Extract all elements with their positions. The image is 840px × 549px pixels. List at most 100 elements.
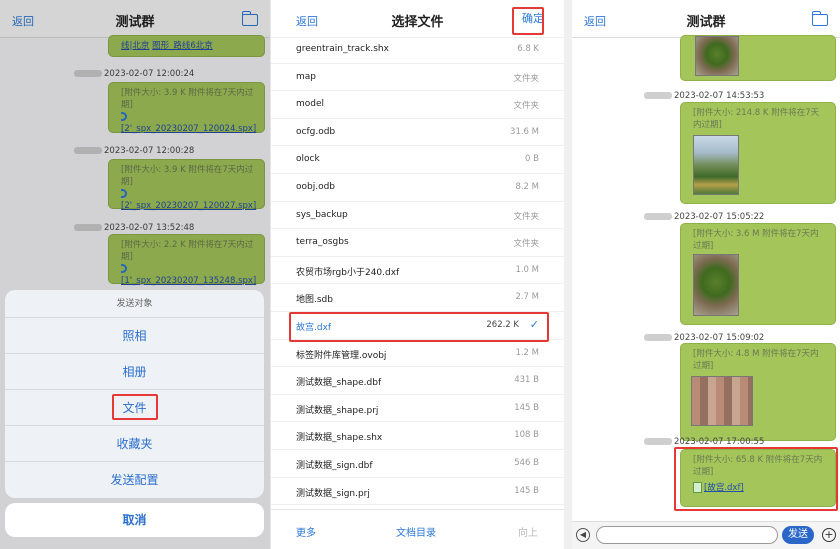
attachment-info: [附件大小: 65.8 K 附件将在7天内过期] bbox=[693, 455, 823, 477]
file-name: 测试数据_shape.shx bbox=[296, 433, 383, 444]
cancel-button[interactable]: 取消 bbox=[5, 503, 264, 537]
attachment-link[interactable]: [故宫.dxf] bbox=[704, 483, 744, 493]
file-row[interactable]: ocfg.odb 31.6 M bbox=[271, 119, 564, 147]
page-title: 选择文件 bbox=[391, 15, 444, 30]
file-name: 测试数据_shape.dbf bbox=[296, 378, 382, 389]
message-bubble[interactable] bbox=[680, 35, 836, 81]
option-file[interactable]: 文件 bbox=[5, 390, 264, 426]
voice-toggle-icon[interactable]: ◀ bbox=[576, 528, 590, 542]
screenshot-composite: 返回 测试群 线|北京 图形_路线6北京 2023-02-07 12:00:24… bbox=[0, 0, 840, 549]
file-row[interactable]: olock 0 B bbox=[271, 146, 564, 174]
page-title: 测试群 bbox=[686, 15, 726, 30]
message-timestamp: 2023-02-07 17:00:55 bbox=[644, 437, 764, 447]
file-size: 2.7 M bbox=[515, 292, 539, 303]
file-size: 262.2 K bbox=[486, 319, 519, 330]
file-size: 145 B bbox=[514, 402, 539, 413]
attachment-info: [附件大小: 214.8 K 附件将在7天内过期] bbox=[693, 108, 820, 130]
more-button[interactable]: 更多 bbox=[296, 524, 316, 539]
file-row[interactable]: 测试数据_sign.dbf 546 B bbox=[271, 450, 564, 478]
image-thumbnail[interactable] bbox=[691, 376, 753, 426]
message-timestamp: 2023-02-07 15:05:22 bbox=[644, 212, 764, 222]
file-row[interactable]: 测试数据_shape.shx 108 B bbox=[271, 422, 564, 450]
file-row[interactable]: greentrain_track.shx 6.8 K bbox=[271, 36, 564, 64]
file-size: 6.8 K bbox=[517, 44, 539, 54]
option-camera[interactable]: 照相 bbox=[5, 318, 264, 354]
up-button[interactable]: 向上 bbox=[518, 524, 538, 539]
chat-panel-with-sheet: 返回 测试群 线|北京 图形_路线6北京 2023-02-07 12:00:24… bbox=[0, 0, 270, 549]
file-size: 文件夹 bbox=[513, 211, 539, 222]
documents-folder-button[interactable]: 文档目录 bbox=[396, 524, 436, 539]
file-list: greentrain_track.shx 6.8 K map 文件夹 model 文件… bbox=[271, 36, 564, 506]
file-row-selected[interactable]: 故宫.dxf 262.2 K ✓ bbox=[271, 312, 564, 340]
file-name: 测试数据_shape.prj bbox=[296, 405, 379, 416]
chat-panel: 返回 测试群 2023-02-07 14:53:53 [附件大小: 214.8 … bbox=[572, 0, 840, 549]
file-name: model bbox=[296, 99, 325, 110]
file-size: 文件夹 bbox=[513, 101, 539, 112]
file-row[interactable]: 测试数据_shape.dbf 431 B bbox=[271, 367, 564, 395]
file-size: 文件夹 bbox=[513, 73, 539, 84]
option-send-config[interactable]: 发送配置 bbox=[5, 462, 264, 498]
file-row[interactable]: 测试数据_shape.prj 145 B bbox=[271, 395, 564, 423]
nav-bar: 返回 测试群 bbox=[572, 0, 840, 38]
file-name: ocfg.odb bbox=[296, 126, 336, 137]
file-size: 31.6 M bbox=[510, 126, 539, 137]
file-name: greentrain_track.shx bbox=[296, 44, 389, 54]
chat-list[interactable]: 2023-02-07 14:53:53 [附件大小: 214.8 K 附件将在7… bbox=[572, 35, 840, 549]
file-size: 1.2 M bbox=[515, 347, 539, 358]
file-size: 145 B bbox=[514, 485, 539, 496]
file-size: 108 B bbox=[514, 430, 539, 441]
file-name: 地图.sdb bbox=[296, 295, 333, 306]
message-bubble[interactable]: [附件大小: 214.8 K 附件将在7天内过期] bbox=[680, 102, 836, 204]
file-size: 431 B bbox=[514, 375, 539, 386]
sheet-title: 发送对象 bbox=[5, 290, 264, 318]
file-size: 0 B bbox=[525, 154, 539, 165]
file-name: terra_osgbs bbox=[296, 237, 349, 248]
folder-icon[interactable] bbox=[811, 11, 828, 26]
confirm-button[interactable]: 确定 bbox=[522, 10, 544, 26]
image-thumbnail[interactable] bbox=[695, 36, 739, 76]
file-row[interactable]: 标签附件库管理.ovobj 1.2 M bbox=[271, 340, 564, 368]
file-row[interactable]: 测试数据_sign.prj 145 B bbox=[271, 478, 564, 506]
bottom-toolbar: 更多 文档目录 向上 bbox=[271, 509, 564, 549]
divider bbox=[564, 0, 572, 549]
file-size: 1.0 M bbox=[515, 264, 539, 275]
file-size: 8.2 M bbox=[515, 181, 539, 192]
folder-row[interactable]: model 文件夹 bbox=[271, 91, 564, 119]
file-row[interactable]: 地图.sdb 2.7 M bbox=[271, 284, 564, 312]
send-button[interactable]: 发送 bbox=[782, 526, 814, 544]
file-name: 测试数据_sign.dbf bbox=[296, 460, 373, 471]
attachment-info: [附件大小: 3.6 M 附件将在7天内过期] bbox=[693, 229, 819, 251]
message-bubble[interactable]: [附件大小: 4.8 M 附件将在7天内过期] bbox=[680, 343, 836, 441]
file-name: 测试数据_sign.prj bbox=[296, 488, 370, 499]
message-input-bar: ◀ 发送 + bbox=[572, 521, 840, 549]
plus-icon[interactable]: + bbox=[822, 528, 836, 542]
message-timestamp: 2023-02-07 14:53:53 bbox=[644, 91, 764, 101]
option-favorites[interactable]: 收藏夹 bbox=[5, 426, 264, 462]
file-name: map bbox=[296, 71, 316, 82]
image-thumbnail[interactable] bbox=[693, 254, 739, 316]
file-name: 农贸市场rgb小于240.dxf bbox=[296, 267, 400, 278]
folder-row[interactable]: terra_osgbs 文件夹 bbox=[271, 229, 564, 257]
file-row[interactable]: 农贸市场rgb小于240.dxf 1.0 M bbox=[271, 257, 564, 285]
file-name: sys_backup bbox=[296, 209, 348, 220]
folder-row[interactable]: map 文件夹 bbox=[271, 64, 564, 92]
nav-bar: 返回 选择文件 确定 bbox=[271, 0, 564, 38]
file-name: 故宫.dxf bbox=[296, 322, 332, 333]
checkmark-icon: ✓ bbox=[529, 317, 539, 331]
message-bubble[interactable]: [附件大小: 65.8 K 附件将在7天内过期] [故宫.dxf] bbox=[680, 449, 836, 507]
image-thumbnail[interactable] bbox=[693, 135, 739, 195]
file-name: oobj.odb bbox=[296, 181, 336, 192]
file-size: 546 B bbox=[514, 457, 539, 468]
option-album[interactable]: 相册 bbox=[5, 354, 264, 390]
folder-row[interactable]: sys_backup 文件夹 bbox=[271, 202, 564, 230]
file-name: 标签附件库管理.ovobj bbox=[296, 350, 387, 361]
file-size: 文件夹 bbox=[513, 239, 539, 250]
file-name: olock bbox=[296, 154, 320, 165]
message-timestamp: 2023-02-07 15:09:02 bbox=[644, 333, 764, 343]
attachment-info: [附件大小: 4.8 M 附件将在7天内过期] bbox=[693, 349, 819, 371]
message-bubble[interactable]: [附件大小: 3.6 M 附件将在7天内过期] bbox=[680, 223, 836, 325]
file-row[interactable]: oobj.odb 8.2 M bbox=[271, 174, 564, 202]
message-input[interactable] bbox=[596, 526, 778, 544]
file-picker-panel: 返回 选择文件 确定 greentrain_track.shx 6.8 K map… bbox=[271, 0, 564, 549]
action-sheet: 发送对象 照相 相册 文件 收藏夹 发送配置 bbox=[5, 290, 264, 498]
